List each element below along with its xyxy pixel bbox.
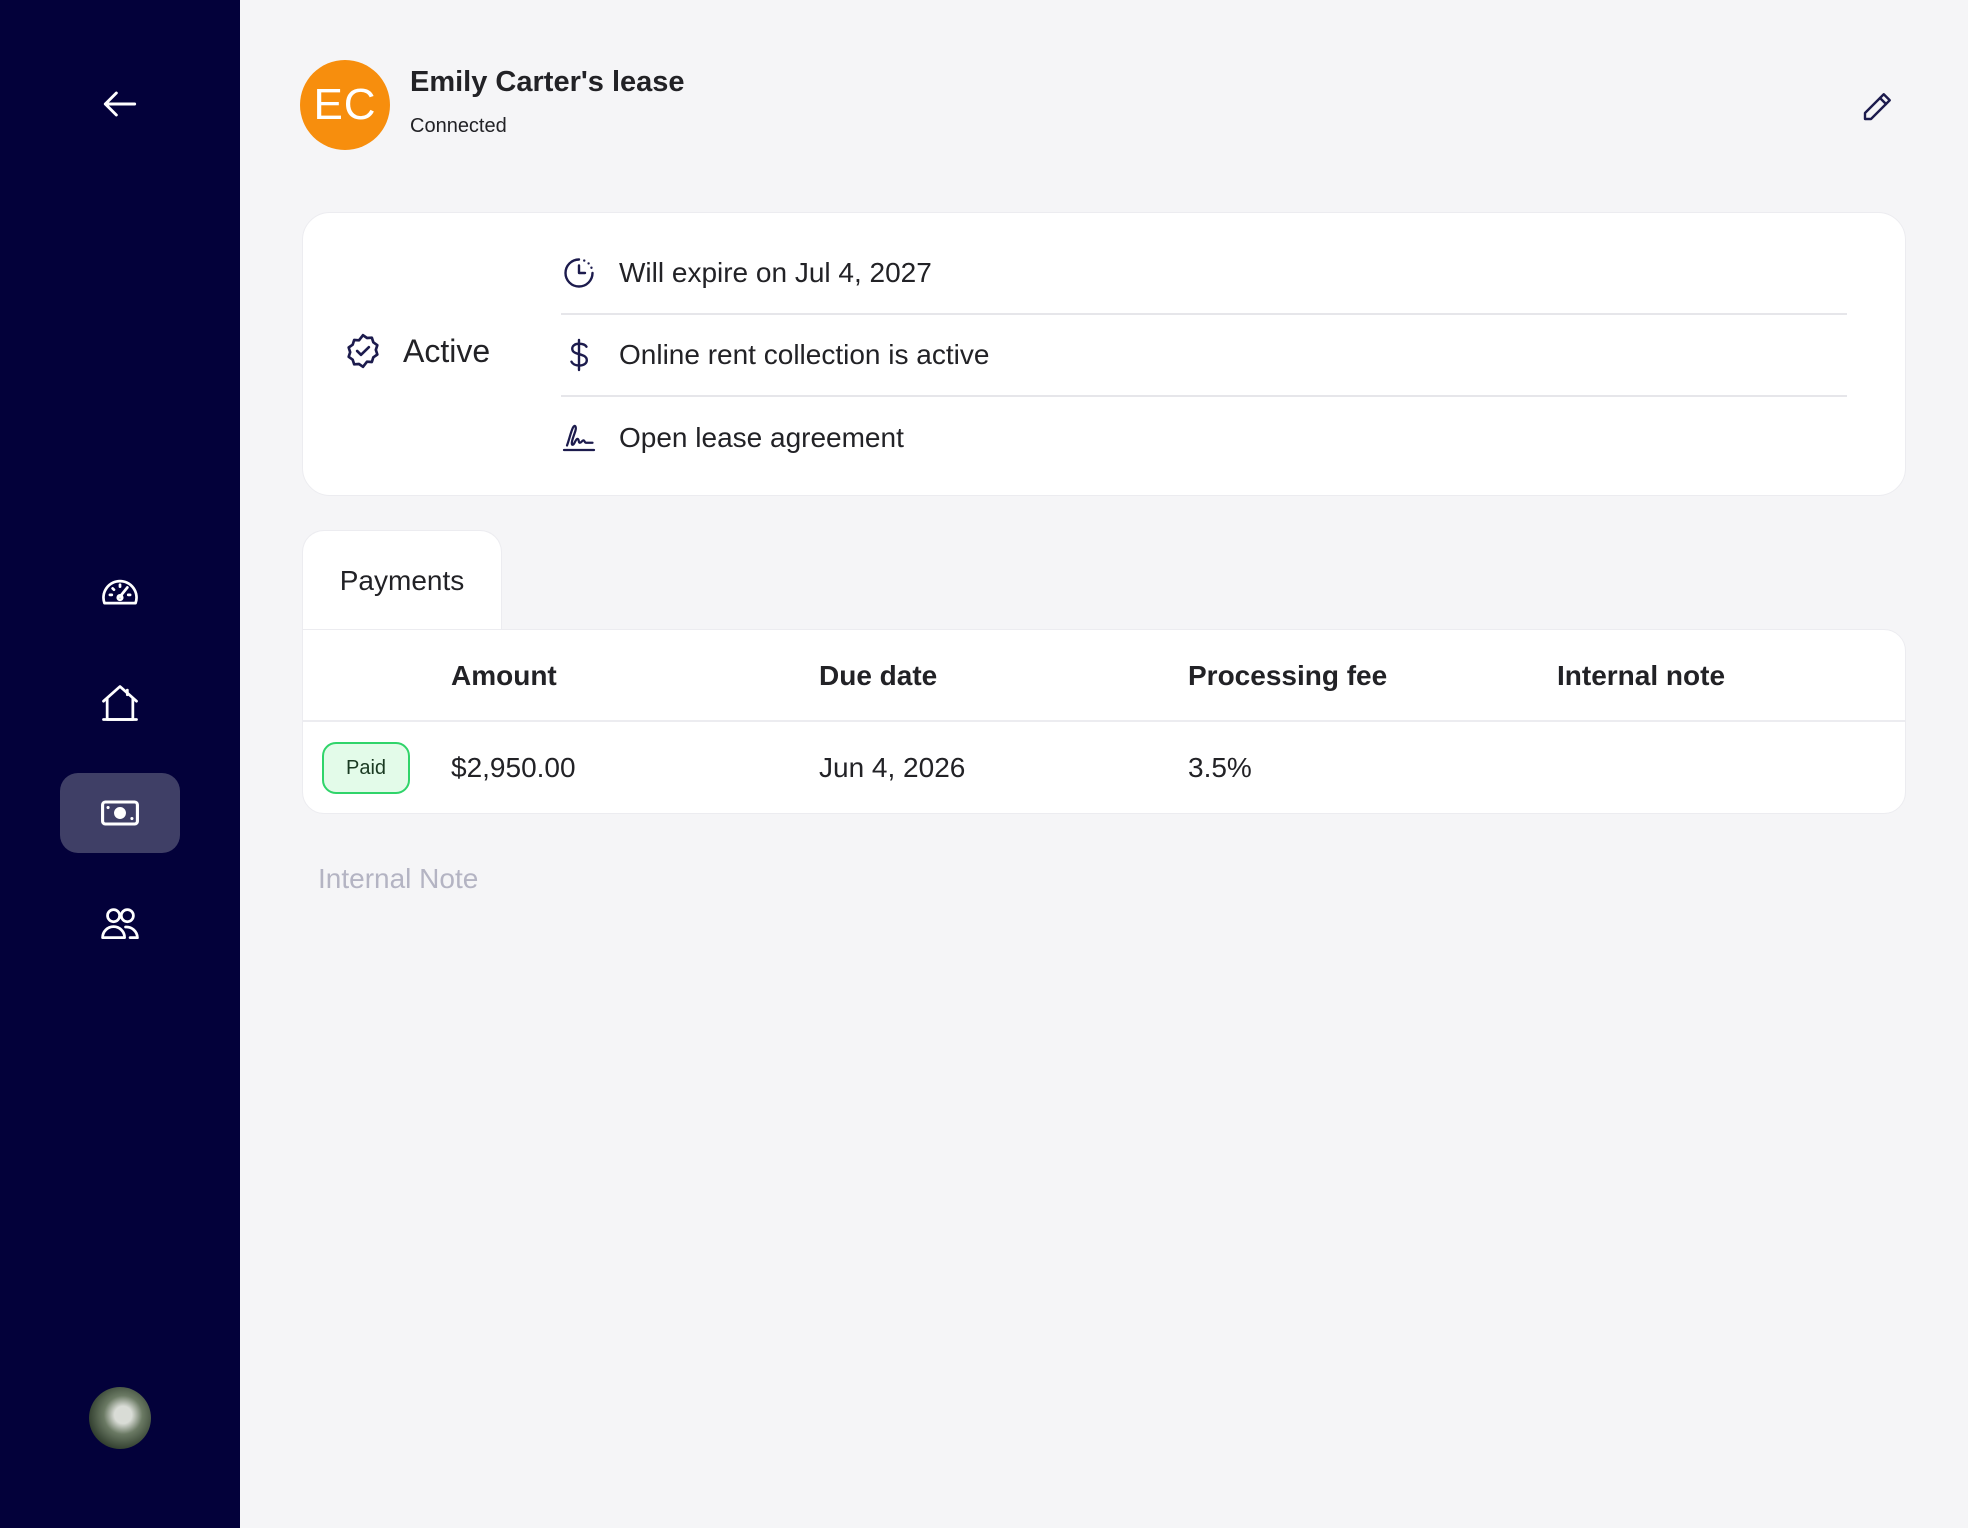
tab-payments[interactable]: Payments xyxy=(302,530,502,630)
lease-status-label: Active xyxy=(403,332,491,369)
internal-note-input[interactable] xyxy=(318,856,1908,902)
banknote-icon xyxy=(101,800,139,826)
sidebar-item-payments[interactable] xyxy=(60,773,180,853)
lease-status-badge: Active xyxy=(343,331,490,371)
table-header: Amount Due date Processing fee Internal … xyxy=(303,630,1905,722)
table-row[interactable]: $2,950.00 Jun 4, 2026 3.5% xyxy=(303,722,1905,814)
sidebar-item-dashboard[interactable] xyxy=(60,553,180,633)
payments-table: Amount Due date Processing fee Internal … xyxy=(302,629,1906,814)
pencil-icon xyxy=(1863,93,1891,121)
payment-processing-fee: 3.5% xyxy=(1188,752,1252,783)
page-title: Emily Carter's lease xyxy=(410,66,685,98)
open-lease-agreement-link[interactable]: Open lease agreement xyxy=(561,397,1847,479)
dollar-icon xyxy=(570,338,588,372)
open-lease-agreement-text: Open lease agreement xyxy=(619,422,904,453)
column-header-due-date[interactable]: Due date xyxy=(819,660,937,692)
sidebar xyxy=(0,0,240,1528)
sidebar-item-properties[interactable] xyxy=(60,663,180,743)
speedometer-icon xyxy=(102,579,138,605)
rent-collection-text: Online rent collection is active xyxy=(619,339,990,370)
back-button[interactable] xyxy=(60,64,180,144)
connection-status: Connected xyxy=(410,115,507,137)
arrow-left-icon xyxy=(103,91,137,117)
clock-icon xyxy=(564,258,594,288)
column-header-amount[interactable]: Amount xyxy=(451,660,557,692)
rent-collection-row: Online rent collection is active xyxy=(561,315,1847,397)
users-icon xyxy=(101,908,139,940)
lease-expiry-row: Will expire on Jul 4, 2027 xyxy=(561,233,1847,315)
user-avatar[interactable] xyxy=(89,1387,151,1449)
lease-expiry-text: Will expire on Jul 4, 2027 xyxy=(619,257,932,288)
lease-summary-card: Active Will expire on Jul 4, 2027 Online… xyxy=(302,212,1906,496)
column-header-internal-note[interactable]: Internal note xyxy=(1557,660,1725,692)
payment-due-date: Jun 4, 2026 xyxy=(819,752,966,783)
column-header-processing-fee[interactable]: Processing fee xyxy=(1188,660,1387,692)
payment-amount: $2,950.00 xyxy=(451,752,576,783)
tenant-avatar: EC xyxy=(300,60,390,150)
edit-lease-button[interactable] xyxy=(1852,82,1902,132)
signature-icon xyxy=(562,424,596,452)
sidebar-item-tenants[interactable] xyxy=(60,883,180,963)
verified-badge-icon xyxy=(347,333,379,369)
status-badge: Paid xyxy=(322,742,410,794)
house-icon xyxy=(102,685,138,721)
